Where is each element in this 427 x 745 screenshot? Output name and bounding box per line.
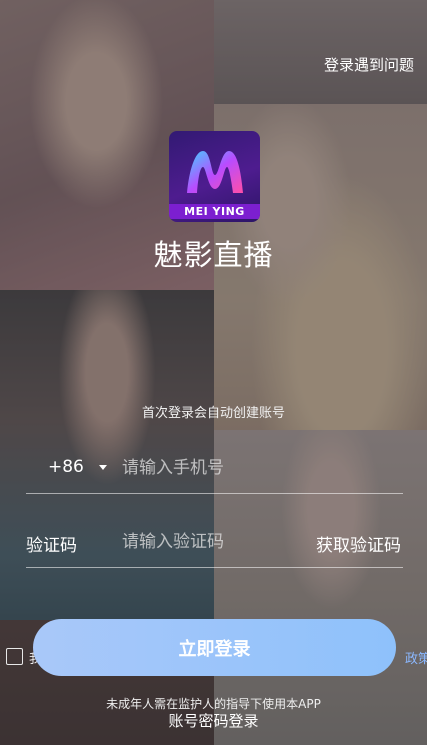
login-button[interactable]: 立即登录 xyxy=(33,619,396,676)
password-login-link[interactable]: 账号密码登录 xyxy=(0,710,427,731)
code-label: 验证码 xyxy=(26,536,77,556)
privacy-policy-link[interactable]: 政策 xyxy=(405,648,427,667)
phone-input[interactable] xyxy=(122,453,302,483)
app-name: 魅影直播 xyxy=(153,238,274,272)
country-code-selector[interactable]: +86 xyxy=(48,457,84,477)
phone-row: +86 xyxy=(26,443,403,494)
login-help-link[interactable]: 登录遇到问题 xyxy=(324,54,414,75)
auto-register-hint: 首次登录会自动创建账号 xyxy=(141,406,285,421)
agreement-checkbox[interactable] xyxy=(6,648,23,665)
chevron-down-icon[interactable] xyxy=(99,465,107,470)
logo-text: MEI YING xyxy=(169,204,260,219)
app-logo: MEI YING xyxy=(169,131,260,222)
get-code-button[interactable]: 获取验证码 xyxy=(316,531,401,556)
code-row: 验证码 获取验证码 xyxy=(26,517,403,568)
code-input[interactable] xyxy=(122,527,302,557)
